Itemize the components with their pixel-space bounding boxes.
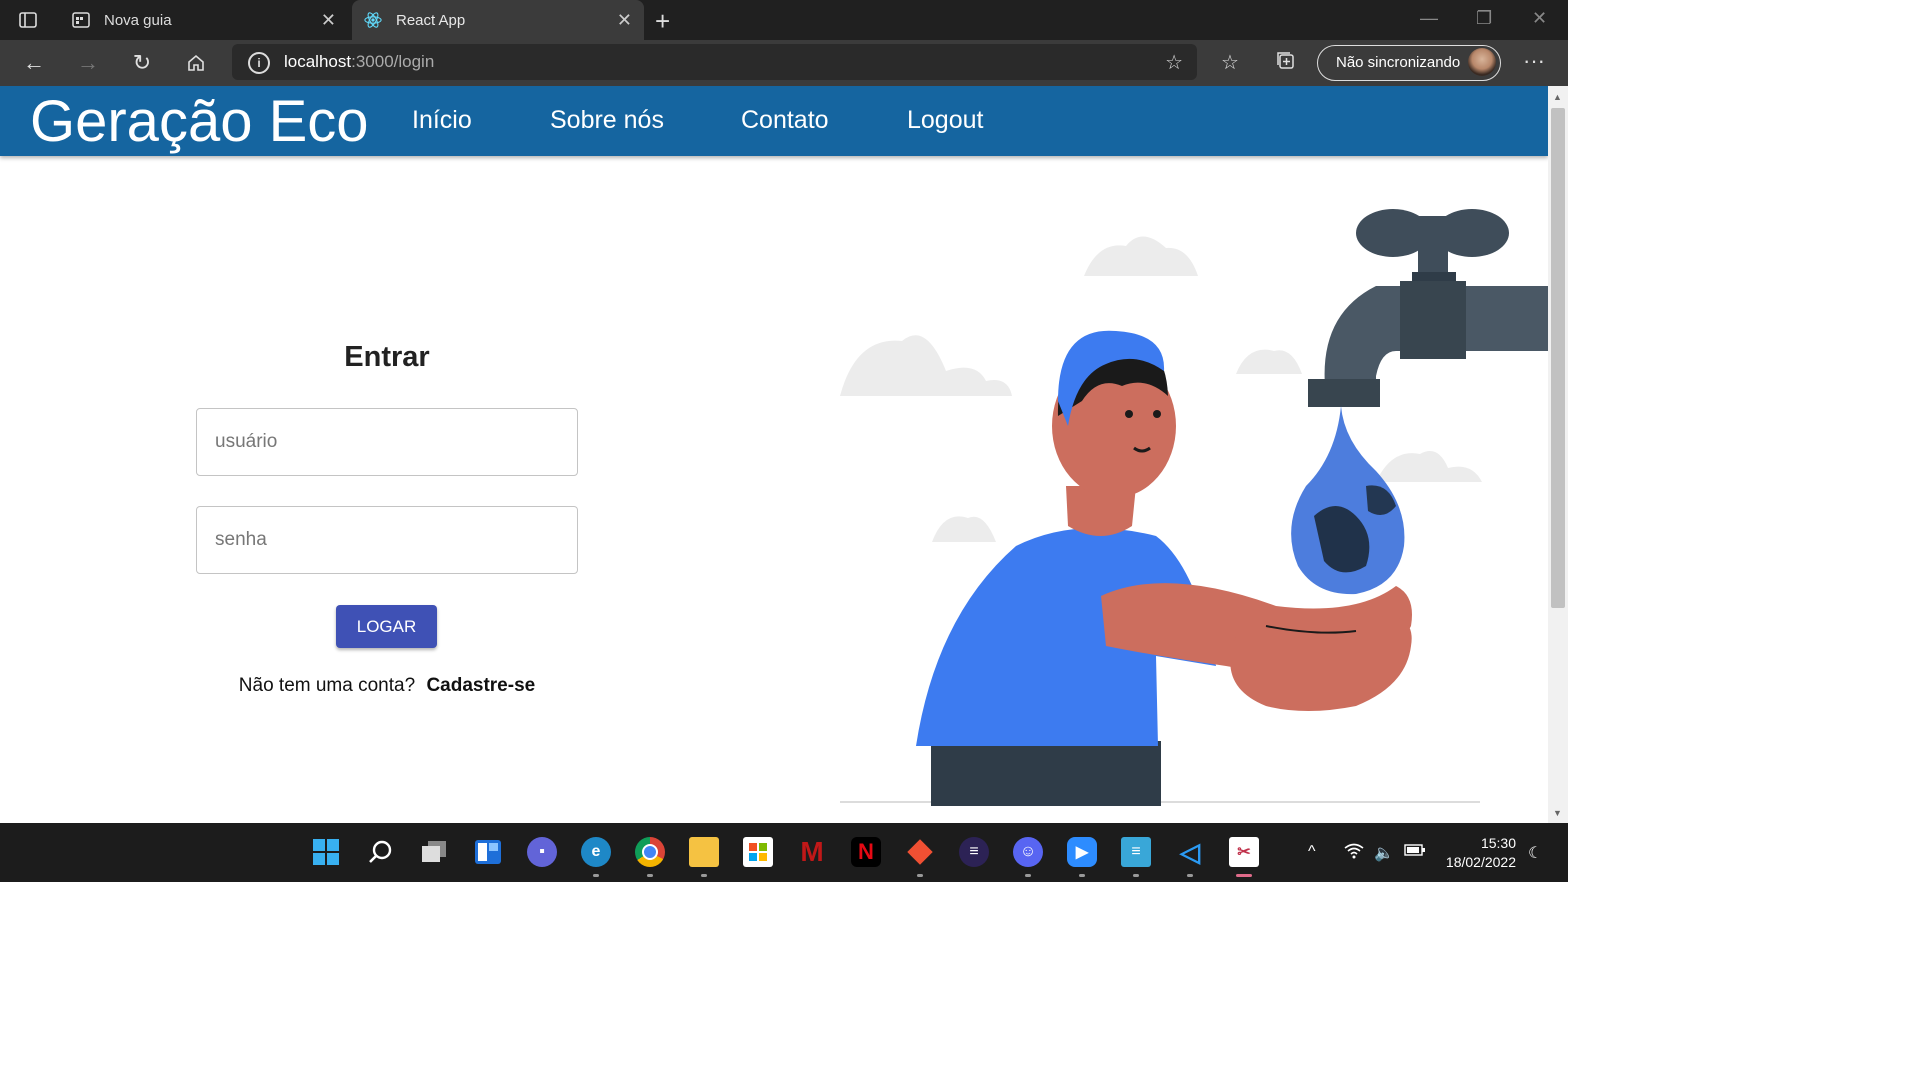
collections-icon[interactable]: [1275, 50, 1297, 78]
notepad-icon[interactable]: ≡: [1121, 837, 1151, 867]
netflix-icon[interactable]: N: [851, 837, 881, 867]
scroll-up-arrow-icon[interactable]: ▲: [1553, 92, 1562, 102]
browser-toolbar: ← → ↻ i localhost:3000/login ☆ ☆ Não sin…: [0, 40, 1568, 86]
git-icon[interactable]: [905, 837, 935, 867]
chrome-icon[interactable]: [635, 837, 665, 867]
scrollbar-thumb[interactable]: [1551, 108, 1565, 608]
nav-link-inicio[interactable]: Início: [412, 106, 472, 135]
clock-time: 15:30: [1480, 835, 1516, 851]
avatar: [1468, 48, 1496, 76]
water-drop-earth: [1291, 406, 1405, 595]
microsoft-store-icon[interactable]: [743, 837, 773, 867]
url-text[interactable]: localhost:3000/login: [284, 52, 434, 72]
close-icon[interactable]: ✕: [321, 10, 336, 31]
signup-prompt: Não tem uma conta?: [238, 675, 416, 696]
forward-arrow-icon[interactable]: →: [75, 50, 101, 76]
nav-link-logout[interactable]: Logout: [907, 106, 983, 135]
nav-link-sobre[interactable]: Sobre nós: [550, 106, 664, 135]
show-hidden-icons-icon[interactable]: ^: [1308, 843, 1316, 861]
username-field[interactable]: [196, 408, 578, 476]
mcafee-icon[interactable]: M: [797, 836, 827, 867]
wifi-icon[interactable]: [1344, 843, 1364, 864]
task-view-icon[interactable]: [419, 837, 449, 867]
windows-start-icon[interactable]: [311, 837, 341, 867]
tab-react-app[interactable]: React App ✕: [352, 0, 644, 40]
add-favorite-icon[interactable]: ☆: [1165, 50, 1183, 75]
zoom-icon[interactable]: ▶: [1067, 837, 1097, 867]
edge-icon[interactable]: e: [581, 837, 611, 867]
tap: [1308, 209, 1548, 407]
signup-link[interactable]: Cadastre-se: [426, 675, 535, 696]
new-tab-page-icon: [72, 11, 90, 29]
react-logo-icon: [364, 11, 382, 29]
minimize-icon[interactable]: —: [1420, 8, 1438, 29]
nav-link-contato[interactable]: Contato: [741, 106, 829, 135]
close-icon[interactable]: ✕: [617, 10, 632, 31]
window-close-icon[interactable]: ✕: [1532, 8, 1547, 29]
new-tab-plus-icon[interactable]: +: [655, 6, 670, 37]
discord-icon[interactable]: ☺: [1013, 837, 1043, 867]
volume-icon[interactable]: 🔈: [1374, 843, 1394, 863]
brand-title[interactable]: Geração Eco: [30, 88, 369, 155]
password-field[interactable]: [196, 506, 578, 574]
system-clock[interactable]: 15:30 18/02/2022: [1438, 834, 1516, 872]
browser-titlebar: Nova guia ✕ React App ✕ + — ❐ ✕: [0, 0, 1568, 40]
widgets-icon[interactable]: [473, 837, 503, 867]
search-icon[interactable]: [365, 837, 395, 867]
clock-date: 18/02/2022: [1445, 854, 1516, 870]
focus-assist-moon-icon[interactable]: ☾: [1528, 843, 1542, 863]
profile-label: Não sincronizando: [1336, 54, 1461, 71]
battery-icon[interactable]: [1404, 843, 1426, 862]
file-explorer-icon[interactable]: [689, 837, 719, 867]
page-viewport: Geração Eco Início Sobre nós Contato Log…: [0, 86, 1548, 823]
windows-taskbar: ▪ e M N ≡ ☺ ▶ ≡ ◁ ✂ ^ 🔈 15:30 18/02/2022…: [0, 823, 1568, 882]
app-header: Geração Eco Início Sobre nós Contato Log…: [0, 86, 1548, 156]
favorites-icon[interactable]: ☆: [1221, 50, 1239, 75]
site-info-icon[interactable]: i: [248, 52, 270, 74]
teams-chat-icon[interactable]: ▪: [527, 837, 557, 867]
eclipse-icon[interactable]: ≡: [959, 837, 989, 867]
home-icon[interactable]: [183, 50, 209, 76]
login-button[interactable]: LOGAR: [336, 605, 437, 648]
page-scrollbar[interactable]: ▲ ▼: [1548, 86, 1568, 823]
tab-title: React App: [396, 11, 466, 29]
signup-row: Não tem uma conta? Cadastre-se: [0, 675, 774, 697]
username-input[interactable]: [213, 411, 557, 473]
back-arrow-icon[interactable]: ←: [21, 50, 47, 76]
login-title: Entrar: [344, 341, 430, 373]
profile-button[interactable]: Não sincronizando: [1317, 45, 1501, 81]
address-bar[interactable]: i localhost:3000/login ☆: [232, 44, 1197, 80]
scroll-down-arrow-icon[interactable]: ▼: [1553, 808, 1562, 818]
more-options-icon[interactable]: ···: [1523, 48, 1545, 74]
tab-actions-icon[interactable]: [18, 10, 38, 30]
water-tap-illustration: [840, 209, 1548, 806]
password-input[interactable]: [213, 509, 557, 571]
refresh-icon[interactable]: ↻: [129, 50, 155, 76]
snipping-tool-icon[interactable]: ✂: [1229, 837, 1259, 867]
tab-title: Nova guia: [104, 11, 172, 29]
tab-nova-guia[interactable]: Nova guia ✕: [60, 0, 348, 40]
maximize-icon[interactable]: ❐: [1476, 8, 1492, 29]
vscode-icon[interactable]: ◁: [1175, 837, 1205, 867]
